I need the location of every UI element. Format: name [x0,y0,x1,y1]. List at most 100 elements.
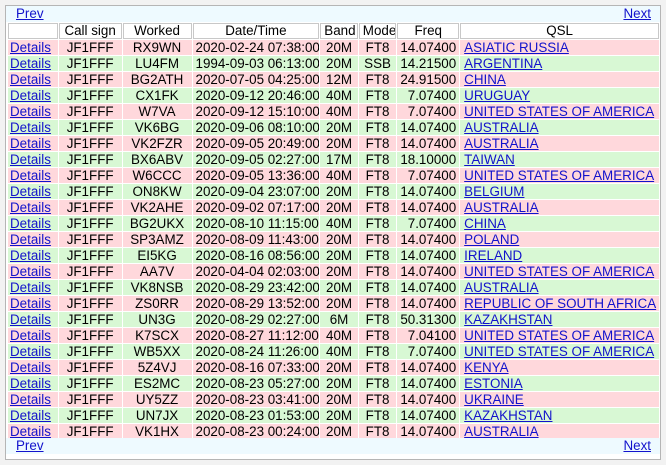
table-row: Details JF1FFF W7VA 2020-09-12 15:10:00 40M F… [8,104,659,119]
details-link[interactable]: Details [10,280,51,295]
qsl-country-link[interactable]: AUSTRALIA [464,120,538,135]
details-link[interactable]: Details [10,184,51,199]
qsl-country-link[interactable]: URUGUAY [464,88,530,103]
table-row: Details JF1FFF UN3G 2020-08-29 02:27:00 6M FT… [8,312,659,327]
details-link[interactable]: Details [10,88,51,103]
qsl-country-link[interactable]: UNITED STATES OF AMERICA [464,328,654,343]
details-link[interactable]: Details [10,392,51,407]
details-cell: Details [8,264,58,279]
qsl-cell: UKRAINE [460,392,659,407]
details-link[interactable]: Details [10,40,51,55]
callsign-cell: JF1FFF [58,392,122,407]
qsl-country-link[interactable]: AUSTRALIA [464,136,538,151]
band-cell: 40M [320,88,358,103]
qsl-country-link[interactable]: ESTONIA [464,376,523,391]
table-row: Details JF1FFF SP3AMZ 2020-08-09 11:43:00 20… [8,232,659,247]
mode-cell: FT8 [358,264,397,279]
details-link[interactable]: Details [10,344,51,359]
details-link[interactable]: Details [10,424,51,439]
details-link[interactable]: Details [10,200,51,215]
qsl-country-link[interactable]: UNITED STATES OF AMERICA [464,168,654,183]
details-cell: Details [8,232,58,247]
datetime-cell: 2020-08-29 23:42:00 [192,280,320,295]
qsl-country-link[interactable]: TAIWAN [464,152,515,167]
qso-log-table: Call sign Worked Date/Time Band Mode Fre… [7,22,660,440]
qsl-country-link[interactable]: CHINA [464,72,506,87]
freq-cell: 14.07400 [397,248,460,263]
details-cell: Details [8,40,58,55]
mode-cell: SSB [358,56,397,71]
freq-cell: 24.91500 [397,72,460,87]
details-link[interactable]: Details [10,312,51,327]
prev-page-link[interactable]: Prev [16,438,44,454]
qsl-cell: KAZAKHSTAN [460,408,659,423]
details-link[interactable]: Details [10,408,51,423]
qsl-country-link[interactable]: ARGENTINA [464,56,542,71]
qsl-cell: IRELAND [460,248,659,263]
callsign-cell: JF1FFF [58,88,122,103]
band-cell: 40M [320,104,358,119]
band-cell: 12M [320,72,358,87]
details-link[interactable]: Details [10,328,51,343]
next-page-link[interactable]: Next [623,438,651,454]
details-cell: Details [8,392,58,407]
qsl-country-link[interactable]: BELGIUM [464,184,524,199]
qsl-cell: TAIWAN [460,152,659,167]
details-link[interactable]: Details [10,168,51,183]
prev-page-link[interactable]: Prev [16,6,44,22]
details-cell: Details [8,408,58,423]
qsl-country-link[interactable]: ASIATIC RUSSIA [464,40,569,55]
mode-cell: FT8 [358,104,397,119]
callsign-cell: JF1FFF [58,56,122,71]
details-link[interactable]: Details [10,296,51,311]
qsl-country-link[interactable]: AUSTRALIA [464,424,538,439]
freq-cell: 14.07400 [397,360,460,375]
band-cell: 17M [320,152,358,167]
band-cell: 20M [320,120,358,135]
details-link[interactable]: Details [10,104,51,119]
datetime-cell: 2020-02-24 07:38:00 [192,40,320,55]
qsl-country-link[interactable]: UNITED STATES OF AMERICA [464,264,654,279]
qsl-country-link[interactable]: KAZAKHSTAN [464,312,552,327]
table-row: Details JF1FFF LU4FM 1994-09-03 06:13:00 20M… [8,56,659,71]
qsl-country-link[interactable]: IRELAND [464,248,522,263]
datetime-cell: 2020-08-29 13:52:00 [192,296,320,311]
details-link[interactable]: Details [10,152,51,167]
next-page-link[interactable]: Next [623,6,651,22]
details-link[interactable]: Details [10,216,51,231]
details-link[interactable]: Details [10,72,51,87]
pagination-bottom: Prev Next [6,438,660,454]
qsl-country-link[interactable]: KENYA [464,360,508,375]
details-link[interactable]: Details [10,120,51,135]
table-row: Details JF1FFF EI5KG 2020-08-16 08:56:00 20M… [8,248,659,263]
datetime-cell: 2020-08-23 03:41:00 [192,392,320,407]
qsl-country-link[interactable]: KAZAKHSTAN [464,408,552,423]
callsign-cell: JF1FFF [58,424,122,439]
details-link[interactable]: Details [10,360,51,375]
details-link[interactable]: Details [10,376,51,391]
details-cell: Details [8,312,58,327]
qsl-country-link[interactable]: AUSTRALIA [464,200,538,215]
qsl-country-link[interactable]: REPUBLIC OF SOUTH AFRICA [464,296,656,311]
qsl-cell: UNITED STATES OF AMERICA [460,344,659,359]
qsl-country-link[interactable]: UNITED STATES OF AMERICA [464,104,654,119]
qsl-country-link[interactable]: UNITED STATES OF AMERICA [464,344,654,359]
qsl-country-link[interactable]: UKRAINE [464,392,524,407]
worked-callsign-cell: 5Z4VJ [122,360,192,375]
band-cell: 20M [320,424,358,439]
datetime-cell: 2020-07-05 04:25:00 [192,72,320,87]
freq-cell: 14.21500 [397,56,460,71]
details-link[interactable]: Details [10,232,51,247]
worked-callsign-cell: BG2ATH [122,72,192,87]
qsl-country-link[interactable]: AUSTRALIA [464,280,538,295]
band-cell: 40M [320,168,358,183]
qsl-country-link[interactable]: POLAND [464,232,519,247]
qsl-country-link[interactable]: CHINA [464,216,506,231]
details-link[interactable]: Details [10,264,51,279]
callsign-cell: JF1FFF [58,200,122,215]
details-cell: Details [8,104,58,119]
details-link[interactable]: Details [10,136,51,151]
details-link[interactable]: Details [10,248,51,263]
worked-callsign-cell: ES2MC [122,376,192,391]
details-link[interactable]: Details [10,56,51,71]
